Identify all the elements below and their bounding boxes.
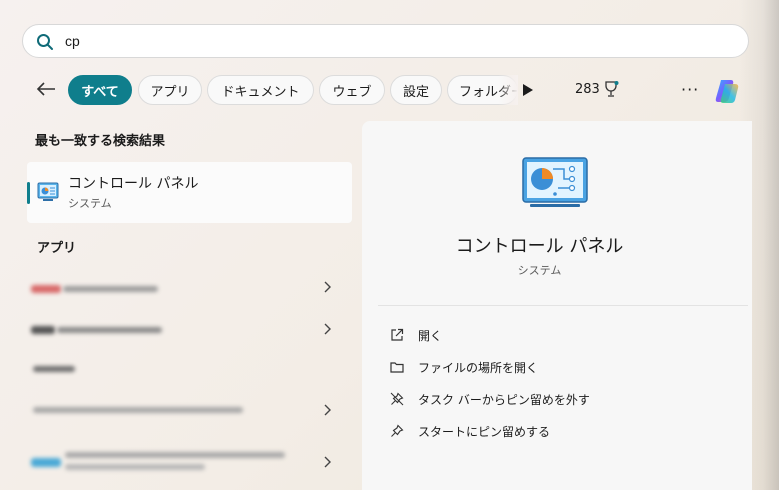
app-result-row[interactable] [27,313,352,347]
app-result-icon [31,326,55,334]
action-label: スタートにピン留めする [418,424,551,439]
control-panel-large-icon [522,157,588,207]
tab-web[interactable]: ウェブ [319,75,385,105]
app-result-row[interactable] [27,394,352,428]
search-icon [37,34,53,50]
action-unpin-taskbar[interactable]: タスク バーからピン留めを外す [390,388,590,410]
selection-indicator [27,182,30,204]
apps-heading: アプリ [37,241,77,256]
tab-all[interactable]: すべて [68,75,132,105]
chevron-right-icon [324,323,331,335]
folder-icon [390,362,404,373]
app-result-text [57,327,162,333]
chevron-right-icon [324,281,331,293]
tab-settings[interactable]: 設定 [390,75,442,105]
best-match-title: コントロール パネル [68,176,199,192]
rewards-trophy-icon[interactable] [603,80,619,98]
tab-documents[interactable]: ドキュメント [207,75,314,105]
app-result-text [33,366,75,372]
app-result-text [65,464,205,470]
detail-title: コントロール パネル [455,236,624,257]
best-match-subtitle: システム [68,197,112,210]
chevron-right-icon [324,404,331,416]
app-result-icon [31,285,61,293]
app-result-text [33,407,243,413]
action-open-file-location[interactable]: ファイルの場所を開く [390,356,538,378]
detail-subtitle: システム [517,264,562,277]
app-result-row[interactable] [27,352,352,386]
search-box[interactable]: cp [22,24,749,58]
copilot-icon[interactable] [712,76,742,106]
pin-icon [391,424,404,437]
filter-bar: すべて アプリ ドキュメント ウェブ 設定 フォルダー 283 ··· [0,72,779,108]
app-result-row[interactable] [27,446,352,480]
app-result-text [63,286,158,292]
app-result-text [65,452,285,458]
control-panel-icon [37,182,59,201]
action-label: ファイルの場所を開く [418,360,539,375]
more-options-icon[interactable]: ··· [681,80,699,99]
rewards-points: 283 [575,82,600,97]
detail-pane: コントロール パネル システム 開く ファイルの場所を開く タスク バーからピン… [362,121,752,490]
best-match-item[interactable]: コントロール パネル システム [27,162,352,223]
back-arrow-icon[interactable] [36,81,56,97]
divider [378,305,748,306]
action-label: 開く [418,328,443,343]
best-match-heading: 最も一致する検索結果 [35,134,166,149]
play-icon[interactable] [522,83,534,97]
chevron-right-icon [324,456,331,468]
action-label: タスク バーからピン留めを外す [418,392,590,407]
search-input[interactable]: cp [65,33,80,49]
action-pin-start[interactable]: スタートにピン留めする [390,420,550,442]
chip-fade [498,75,518,105]
app-result-row[interactable] [27,271,352,305]
open-external-icon [391,328,404,341]
app-result-icon [31,458,61,467]
tab-apps[interactable]: アプリ [138,75,202,105]
action-open[interactable]: 開く [390,324,442,346]
unpin-icon [390,392,404,406]
